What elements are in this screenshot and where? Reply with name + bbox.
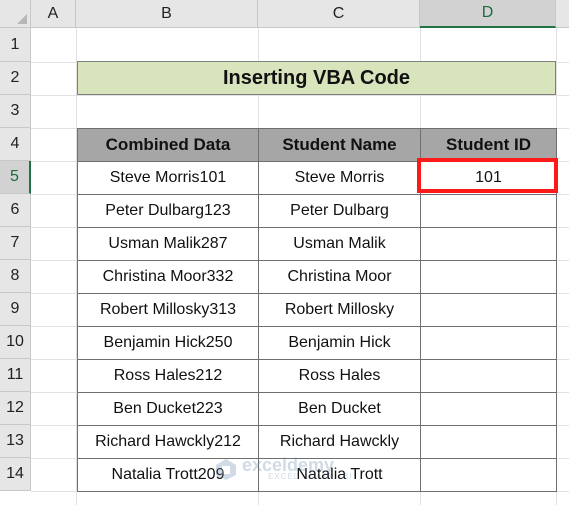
- sheet-title[interactable]: Inserting VBA Code: [77, 61, 556, 95]
- cell-student-name[interactable]: Usman Malik: [258, 227, 421, 261]
- cell-student-name[interactable]: Benjamin Hick: [258, 326, 421, 360]
- header-combined-data[interactable]: Combined Data: [77, 128, 259, 162]
- row-header-14[interactable]: 14: [0, 458, 31, 491]
- header-student-name[interactable]: Student Name: [258, 128, 421, 162]
- row-header-2[interactable]: 2: [0, 62, 31, 95]
- row-header-11[interactable]: 11: [0, 359, 31, 392]
- row-header-5[interactable]: 5: [0, 161, 31, 194]
- column-header-b[interactable]: B: [76, 0, 258, 28]
- cell-combined-data[interactable]: Usman Malik287: [77, 227, 259, 261]
- table-row: Benjamin Hick250 Benjamin Hick: [77, 326, 557, 360]
- cell-student-id[interactable]: [420, 326, 557, 360]
- table-row: Robert Millosky313 Robert Millosky: [77, 293, 557, 327]
- exceldemy-logo-icon: [216, 458, 236, 480]
- cell-student-name[interactable]: Ross Hales: [258, 359, 421, 393]
- watermark-tagline: EXCEL · DATA · BI: [268, 472, 353, 481]
- column-header-a[interactable]: A: [31, 0, 76, 28]
- cell-student-id[interactable]: [420, 227, 557, 261]
- cell-student-id[interactable]: [420, 260, 557, 294]
- row-header-1[interactable]: 1: [0, 28, 31, 62]
- header-student-id[interactable]: Student ID: [420, 128, 557, 162]
- table-row: Richard Hawckly212 Richard Hawckly: [77, 425, 557, 459]
- table-row: Steve Morris101 Steve Morris 101: [77, 161, 557, 195]
- table-row: Ross Hales212 Ross Hales: [77, 359, 557, 393]
- cell-combined-data[interactable]: Ben Ducket223: [77, 392, 259, 426]
- cell-student-id[interactable]: [420, 458, 557, 492]
- table-header-row: Combined Data Student Name Student ID: [77, 128, 557, 162]
- cell-combined-data[interactable]: Peter Dulbarg123: [77, 194, 259, 228]
- select-all-corner[interactable]: [0, 0, 31, 28]
- row-header-6[interactable]: 6: [0, 194, 31, 227]
- cell-student-id[interactable]: [420, 194, 557, 228]
- cell-combined-data[interactable]: Robert Millosky313: [77, 293, 259, 327]
- table-row: Peter Dulbarg123 Peter Dulbarg: [77, 194, 557, 228]
- cell-student-name[interactable]: Steve Morris: [258, 161, 421, 195]
- row-header-8[interactable]: 8: [0, 260, 31, 293]
- spreadsheet-grid: A B C D 1 2 3 4 5 6 7 8 9 10 11 12 13 14 Inserting VB…: [0, 0, 569, 505]
- row-header-3[interactable]: 3: [0, 95, 31, 128]
- cell-combined-data[interactable]: Richard Hawckly212: [77, 425, 259, 459]
- cell-student-id[interactable]: [420, 392, 557, 426]
- cell-student-name[interactable]: Peter Dulbarg: [258, 194, 421, 228]
- cell-student-name[interactable]: Ben Ducket: [258, 392, 421, 426]
- row-header-9[interactable]: 9: [0, 293, 31, 326]
- row-header-10[interactable]: 10: [0, 326, 31, 359]
- row-header-7[interactable]: 7: [0, 227, 31, 260]
- cell-combined-data[interactable]: Steve Morris101: [77, 161, 259, 195]
- student-table: Combined Data Student Name Student ID St…: [77, 128, 557, 492]
- cell-student-id[interactable]: [420, 293, 557, 327]
- column-header-e-partial[interactable]: [556, 0, 569, 28]
- cell-student-id[interactable]: [420, 359, 557, 393]
- row-header-13[interactable]: 13: [0, 425, 31, 458]
- cell-student-name[interactable]: Christina Moor: [258, 260, 421, 294]
- table-row: Usman Malik287 Usman Malik: [77, 227, 557, 261]
- cell-student-name[interactable]: Robert Millosky: [258, 293, 421, 327]
- cell-combined-data[interactable]: Benjamin Hick250: [77, 326, 259, 360]
- table-row: Ben Ducket223 Ben Ducket: [77, 392, 557, 426]
- row-header-4[interactable]: 4: [0, 128, 31, 161]
- cell-combined-data[interactable]: Christina Moor332: [77, 260, 259, 294]
- column-header-c[interactable]: C: [258, 0, 420, 28]
- select-all-triangle-icon: [17, 14, 27, 24]
- gridline-horizontal: [31, 95, 569, 96]
- cell-combined-data[interactable]: Ross Hales212: [77, 359, 259, 393]
- row-header-12[interactable]: 12: [0, 392, 31, 425]
- cell-student-id[interactable]: 101: [420, 161, 557, 195]
- cell-student-name[interactable]: Richard Hawckly: [258, 425, 421, 459]
- cell-student-id[interactable]: [420, 425, 557, 459]
- table-row: Christina Moor332 Christina Moor: [77, 260, 557, 294]
- watermark: exceldemy EXCEL · DATA · BI: [214, 456, 352, 481]
- column-header-d[interactable]: D: [420, 0, 556, 28]
